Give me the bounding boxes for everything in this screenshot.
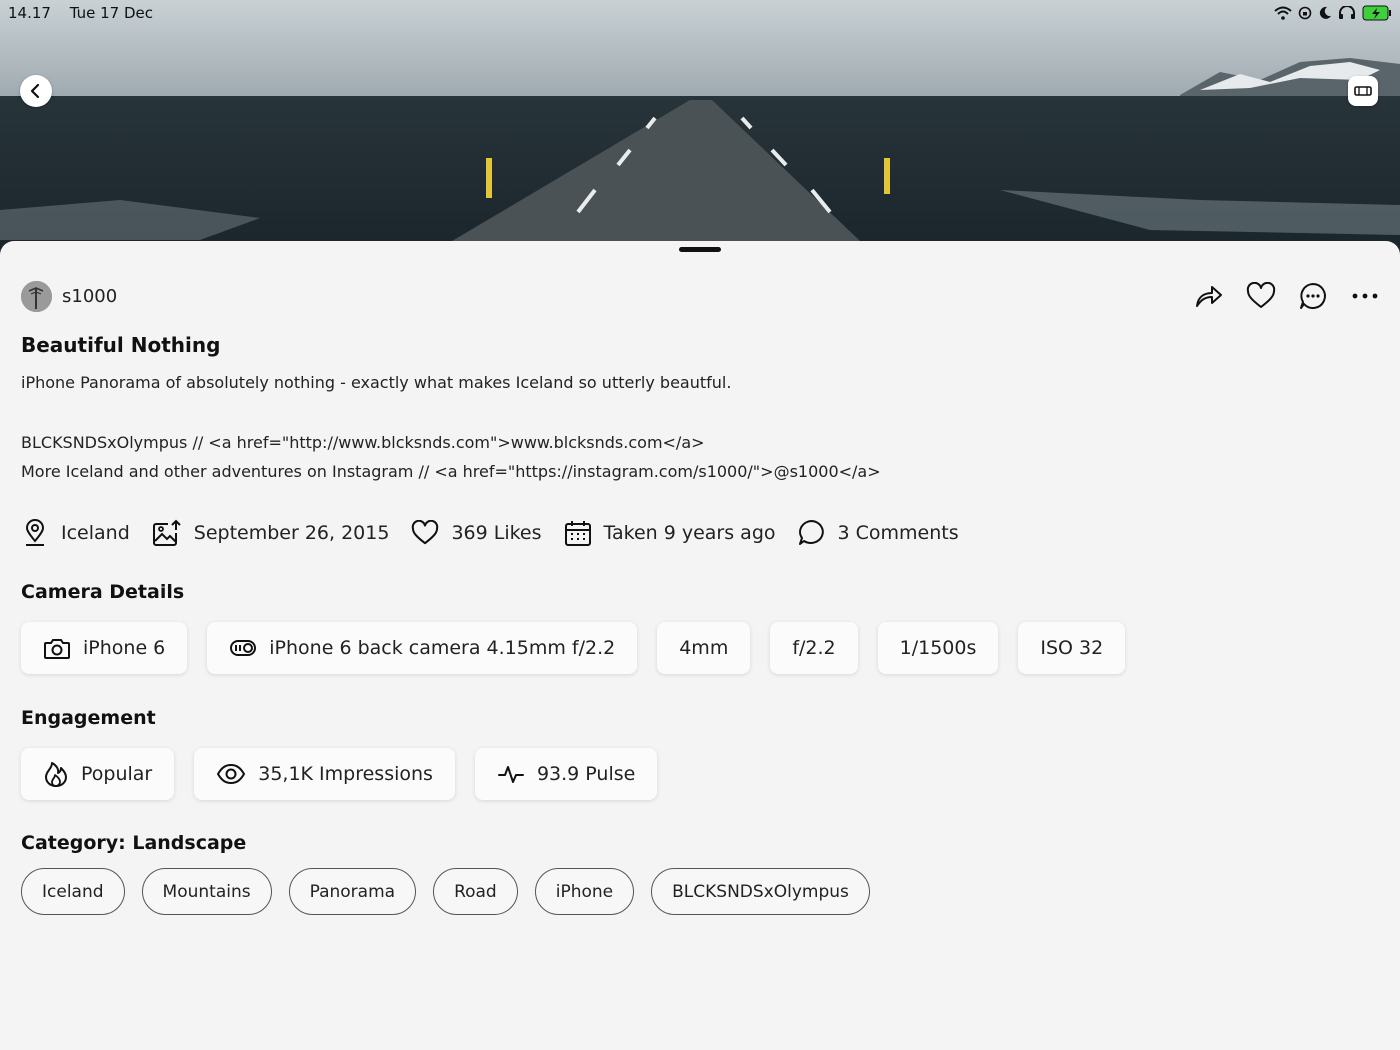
comment-bubble-icon [798, 520, 824, 545]
hero-photo[interactable]: 14.17 Tue 17 Dec [0, 0, 1400, 260]
pulse-label: 93.9 Pulse [536, 763, 636, 785]
panorama-icon [1354, 86, 1372, 96]
tag-iceland[interactable]: Iceland [21, 868, 125, 915]
avatar-image [21, 281, 52, 312]
headphones-icon [1339, 6, 1355, 19]
lock-rotation-icon [1298, 6, 1312, 20]
more-button[interactable] [1350, 281, 1380, 311]
image-upload-icon [152, 519, 181, 546]
action-bar [1194, 281, 1380, 311]
impressions-label: 35,1K Impressions [258, 763, 433, 785]
location-label: Iceland [61, 522, 130, 544]
comment-icon [1300, 283, 1326, 309]
status-date: Tue 17 Dec [69, 4, 154, 22]
details-sheet: s1000 Beautiful Nothing iPhone Panorama … [0, 241, 1400, 1050]
eye-icon [217, 763, 246, 785]
pulse-icon [497, 766, 524, 783]
status-time: 14.17 [8, 4, 51, 22]
chevron-left-icon [30, 83, 40, 99]
engagement-title: Engagement [21, 707, 156, 729]
author-row[interactable]: s1000 [21, 281, 117, 312]
aperture-label: f/2.2 [792, 637, 836, 659]
panorama-image [0, 0, 1400, 260]
shutter-speed-chip[interactable]: 1/1500s [877, 622, 999, 674]
iso-label: ISO 32 [1040, 637, 1104, 659]
comments-label: 3 Comments [837, 522, 959, 544]
battery-charging-icon [1362, 5, 1391, 21]
author-username[interactable]: s1000 [62, 286, 117, 307]
lens-icon [230, 640, 257, 656]
camera-device-chip[interactable]: iPhone 6 [21, 622, 188, 674]
popular-chip[interactable]: Popular [21, 748, 175, 800]
panorama-button[interactable] [1348, 76, 1378, 106]
share-button[interactable] [1194, 281, 1224, 311]
meta-location[interactable]: Iceland [21, 519, 130, 547]
focal-length-label: 4mm [679, 637, 729, 659]
back-button[interactable] [20, 75, 52, 107]
moon-icon [1319, 6, 1331, 19]
description-line-3: More Iceland and other adventures on Ins… [21, 462, 881, 481]
meta-comments[interactable]: 3 Comments [798, 519, 959, 547]
meta-likes[interactable]: 369 Likes [411, 520, 542, 546]
sheet-grabber[interactable] [679, 247, 721, 252]
description-line-2: BLCKSNDSxOlympus // <a href="http://www.… [21, 433, 705, 452]
camera-icon [44, 639, 70, 659]
more-icon [1352, 293, 1378, 299]
date-label: September 26, 2015 [193, 522, 390, 544]
tag-road[interactable]: Road [433, 868, 518, 915]
taken-label: Taken 9 years ago [603, 522, 776, 544]
tag-panorama[interactable]: Panorama [288, 868, 417, 915]
calendar-icon [564, 521, 591, 546]
popular-label: Popular [81, 763, 153, 785]
wifi-icon [1274, 6, 1292, 20]
shutter-speed-label: 1/1500s [899, 637, 977, 659]
tag-blcksndsxolympus[interactable]: BLCKSNDSxOlympus [651, 868, 870, 915]
likes-label: 369 Likes [451, 522, 542, 544]
camera-device-label: iPhone 6 [83, 637, 166, 659]
camera-lens-label: iPhone 6 back camera 4.15mm f/2.2 [269, 637, 616, 659]
camera-details-title: Camera Details [21, 581, 185, 603]
location-pin-icon [25, 519, 45, 546]
category-title: Category: Landscape [21, 832, 247, 854]
photo-description: iPhone Panorama of absolutely nothing - … [21, 373, 881, 493]
camera-lens-chip[interactable]: iPhone 6 back camera 4.15mm f/2.2 [207, 622, 638, 674]
status-bar: 14.17 Tue 17 Dec [8, 4, 1392, 22]
meta-row: Iceland September 26, 2015 369 Likes Tak… [21, 519, 959, 547]
impressions-chip[interactable]: 35,1K Impressions [194, 748, 455, 800]
meta-date: September 26, 2015 [152, 519, 390, 547]
comment-button[interactable] [1298, 281, 1328, 311]
engagement-chips: Popular 35,1K Impressions 93.9 Pulse [21, 748, 658, 800]
avatar[interactable] [21, 281, 52, 312]
pulse-chip[interactable]: 93.9 Pulse [474, 748, 658, 800]
focal-length-chip[interactable]: 4mm [657, 622, 751, 674]
flame-icon [45, 762, 67, 787]
camera-chips: iPhone 6 iPhone 6 back camera 4.15mm f/2… [21, 622, 1126, 674]
heart-icon [1246, 282, 1276, 308]
aperture-chip[interactable]: f/2.2 [770, 622, 858, 674]
photo-title: Beautiful Nothing [21, 333, 221, 357]
like-button[interactable] [1246, 281, 1276, 311]
description-line-1: iPhone Panorama of absolutely nothing - … [21, 373, 732, 392]
tag-iphone[interactable]: iPhone [534, 868, 635, 915]
tag-list: Iceland Mountains Panorama Road iPhone B… [21, 868, 870, 915]
share-icon [1196, 286, 1222, 307]
meta-taken: Taken 9 years ago [564, 519, 776, 547]
heart-icon [412, 520, 439, 545]
iso-chip[interactable]: ISO 32 [1018, 622, 1126, 674]
tag-mountains[interactable]: Mountains [141, 868, 272, 915]
